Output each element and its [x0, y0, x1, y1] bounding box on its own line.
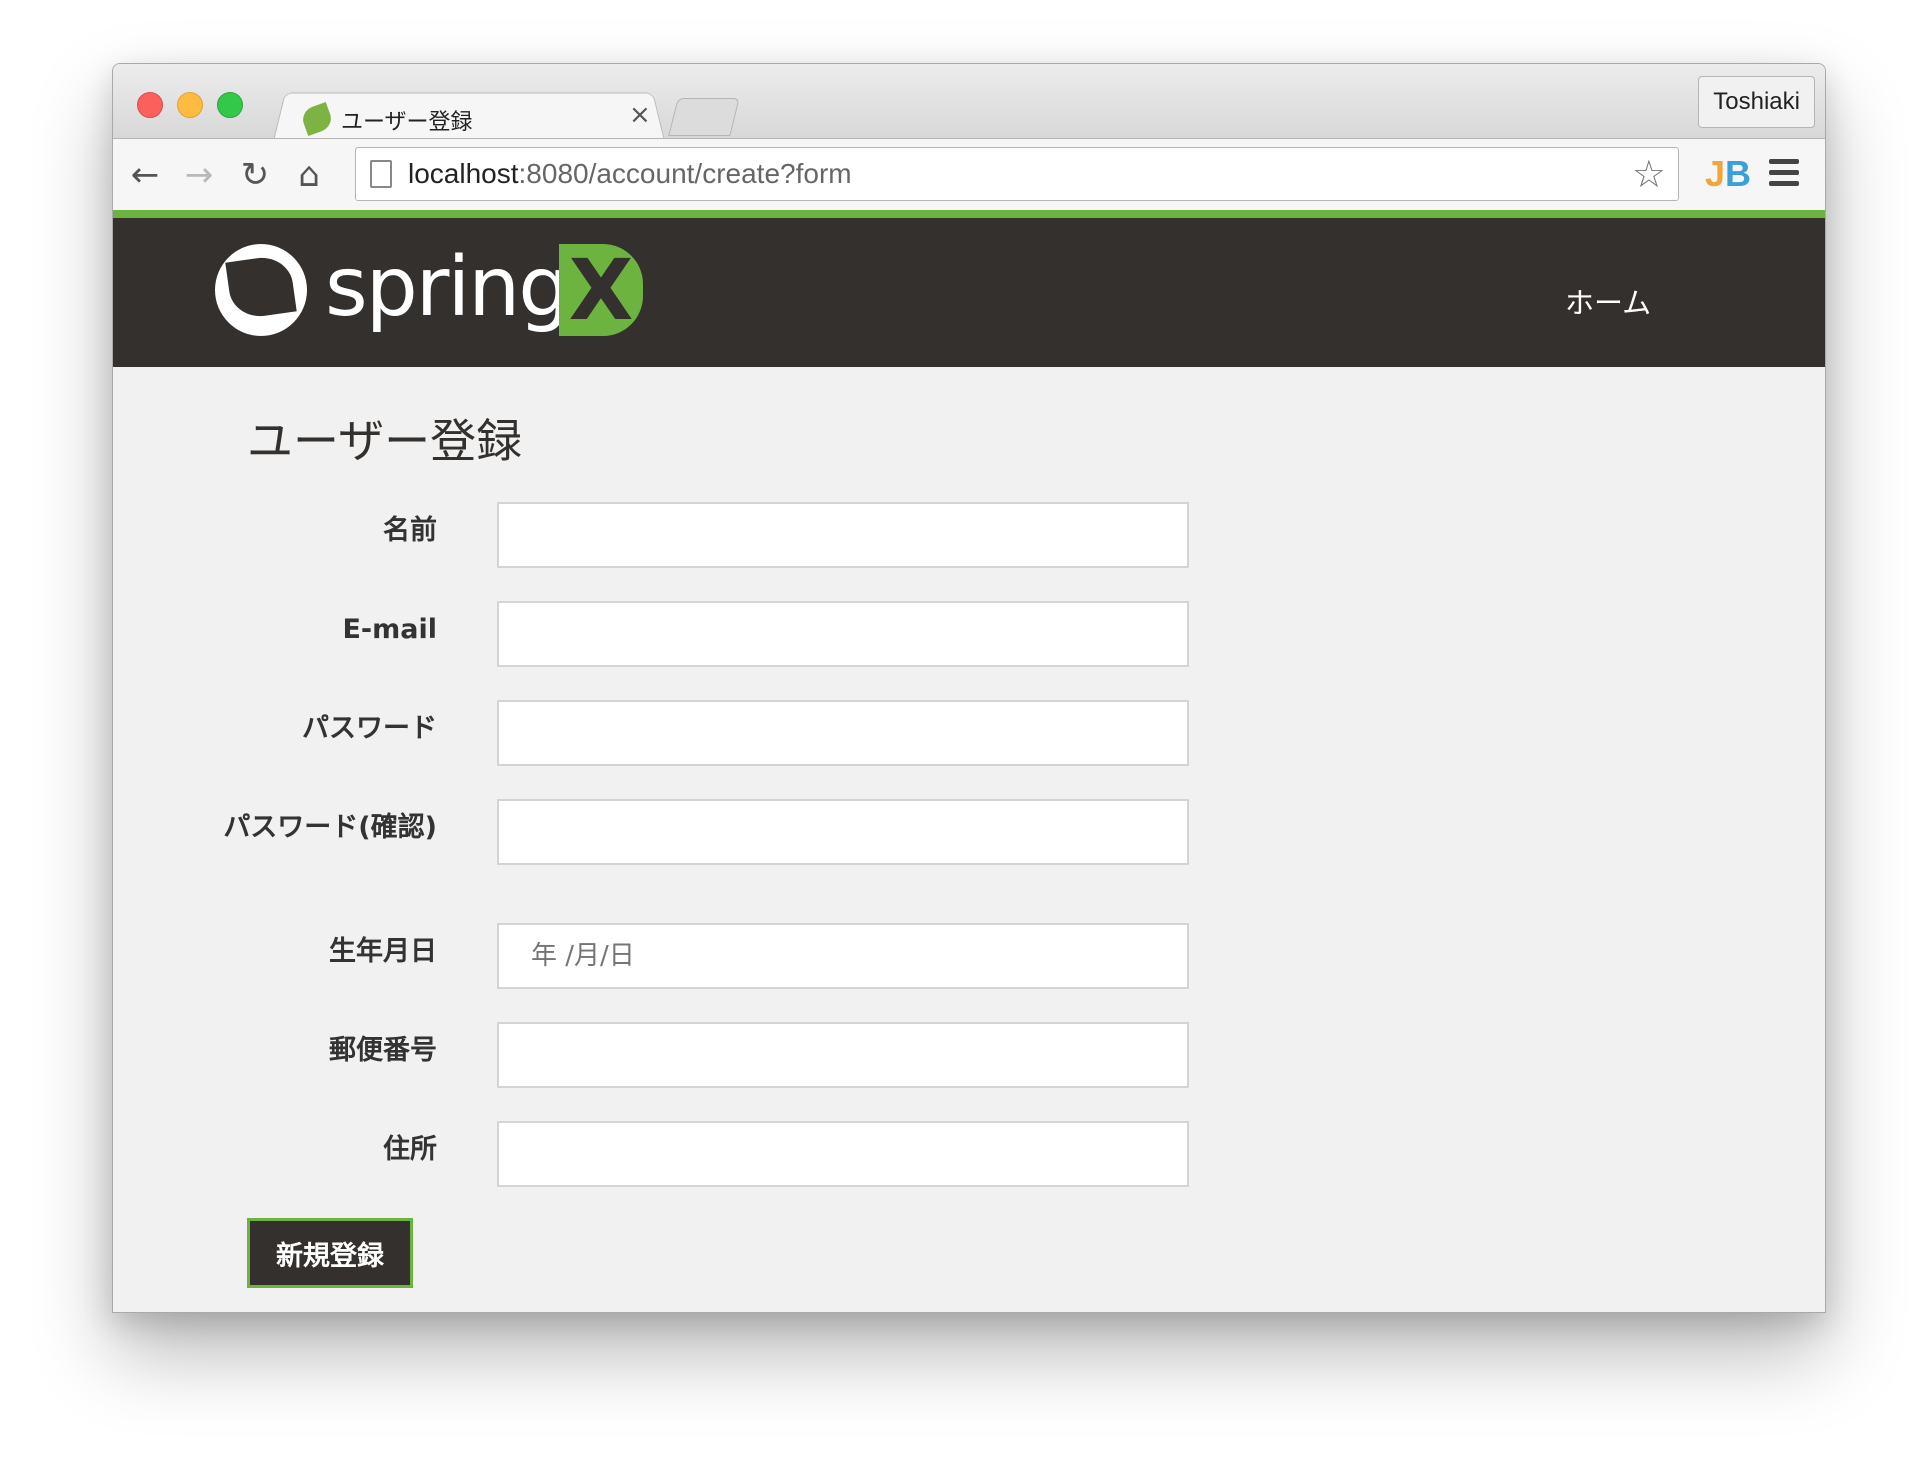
tab-title: ユーザー登録 — [341, 110, 473, 135]
address-bar[interactable]: localhost:8080/account/create?form ☆ — [355, 147, 1679, 201]
hamburger-menu-icon[interactable] — [1769, 159, 1799, 192]
address-label: 住所 — [383, 1134, 437, 1165]
zoom-window-button[interactable] — [217, 92, 243, 118]
forward-arrow-icon[interactable]: → — [177, 153, 221, 197]
password-confirm-label: パスワード(確認) — [223, 812, 437, 843]
email-input[interactable] — [497, 601, 1189, 667]
birthdate-input[interactable] — [497, 923, 1189, 989]
bookmark-star-icon[interactable]: ☆ — [1632, 152, 1666, 196]
jrebel-extension-icon[interactable]: JB — [1705, 153, 1751, 195]
zipcode-label: 郵便番号 — [329, 1035, 437, 1066]
main-content: ユーザー登録 名前 E-mail パスワード パスワード(確認) 生年月日 郵便… — [113, 367, 1825, 1312]
new-tab-button[interactable] — [668, 98, 740, 136]
page-title: ユーザー登録 — [247, 414, 523, 468]
back-arrow-icon[interactable]: ← — [123, 153, 167, 197]
name-input[interactable] — [497, 502, 1189, 568]
email-label: E-mail — [342, 614, 437, 645]
name-label: 名前 — [383, 515, 437, 546]
url-host: localhost — [408, 158, 519, 189]
close-window-button[interactable] — [137, 92, 163, 118]
register-button[interactable]: 新規登録 — [247, 1218, 413, 1288]
password-label: パスワード — [302, 713, 437, 744]
address-input[interactable] — [497, 1121, 1189, 1187]
password-confirm-input[interactable] — [497, 799, 1189, 865]
password-input[interactable] — [497, 700, 1189, 766]
page-icon — [370, 160, 392, 188]
logo-text: spring — [325, 240, 570, 335]
url-path: :8080/account/create?form — [518, 158, 852, 189]
browser-window: ユーザー登録 × Toshiaki ← → ↻ ⌂ localhost:8080… — [112, 63, 1826, 1313]
nav-home-link[interactable]: ホーム — [1565, 280, 1651, 322]
minimize-window-button[interactable] — [177, 92, 203, 118]
tab-strip: ユーザー登録 × Toshiaki — [113, 64, 1825, 141]
url-text[interactable]: localhost:8080/account/create?form — [408, 158, 852, 190]
browser-toolbar: ← → ↻ ⌂ localhost:8080/account/create?fo… — [113, 138, 1825, 211]
profile-button[interactable]: Toshiaki — [1698, 76, 1815, 128]
reload-icon[interactable]: ↻ — [233, 153, 277, 197]
home-icon[interactable]: ⌂ — [287, 153, 331, 197]
spring-leaf-favicon-icon — [299, 101, 335, 137]
site-header: spring X ホーム — [113, 210, 1825, 367]
spring-leaf-logo-icon — [215, 244, 307, 336]
active-tab-content[interactable]: ユーザー登録 × — [291, 98, 671, 142]
zipcode-input[interactable] — [497, 1022, 1189, 1088]
tab-close-icon[interactable]: × — [629, 100, 651, 130]
birthdate-label: 生年月日 — [329, 936, 437, 967]
logo-x-badge: X — [559, 244, 643, 336]
